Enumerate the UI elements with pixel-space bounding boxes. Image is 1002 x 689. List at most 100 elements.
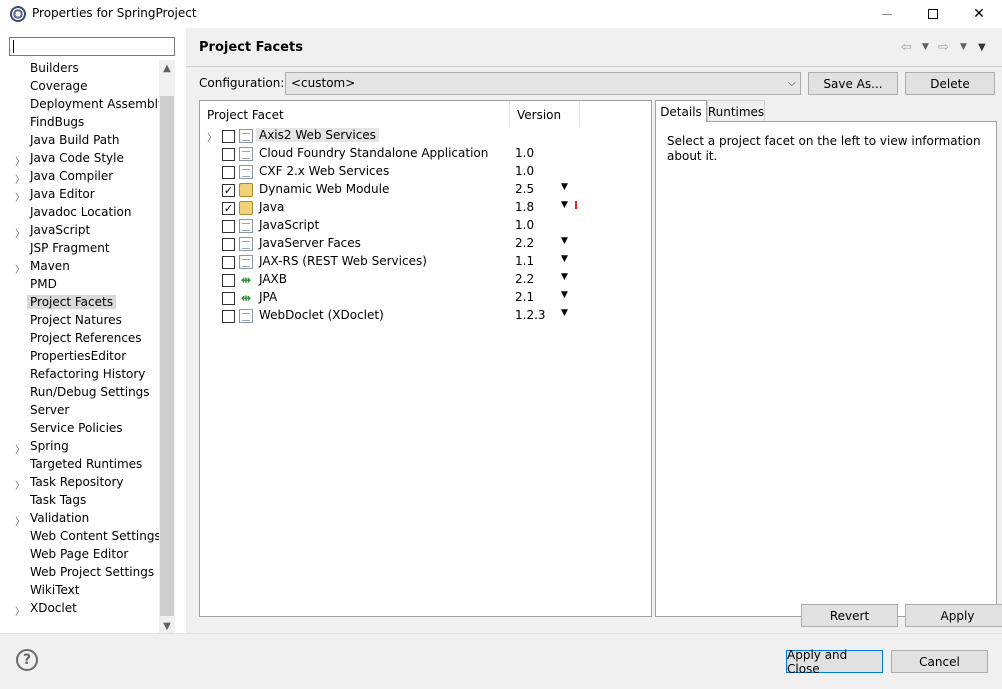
facet-row[interactable]: JavaServer Faces 2.2 ▼ [200, 235, 651, 253]
version-dropdown-icon[interactable]: ▼ [561, 200, 568, 210]
facet-checkbox[interactable] [222, 292, 235, 305]
facet-checkbox[interactable] [222, 238, 235, 251]
tab-details[interactable]: Details [655, 100, 707, 122]
sidebar-item[interactable]: Targeted Runtimes [0, 456, 160, 474]
sidebar-item[interactable]: Builders [0, 60, 160, 78]
chevron-right-icon[interactable]: 〉 [207, 129, 217, 144]
facet-checkbox[interactable] [222, 166, 235, 179]
doc-icon [239, 237, 253, 251]
sidebar-item[interactable]: 〉 Maven [0, 258, 160, 276]
sidebar-item[interactable]: Javadoc Location [0, 204, 160, 222]
configuration-select[interactable]: <custom> ⌵ [285, 72, 801, 95]
facet-checkbox[interactable] [222, 310, 235, 323]
sidebar-scrollbar[interactable]: ▲ ▼ [159, 60, 175, 634]
version-dropdown-icon[interactable]: ▼ [561, 236, 568, 246]
version-dropdown-icon[interactable]: ▼ [561, 254, 568, 264]
sidebar-item[interactable]: Task Tags [0, 492, 160, 510]
scroll-down-arrow-icon[interactable]: ▼ [159, 618, 175, 634]
facet-row[interactable]: JavaScript 1.0 [200, 217, 651, 235]
chevron-right-icon[interactable]: 〉 [15, 153, 25, 168]
facet-row[interactable]: ✓ Java 1.8 ▼ [200, 199, 651, 217]
sidebar-item[interactable]: 〉 Validation [0, 510, 160, 528]
sidebar-item[interactable]: Deployment Assembly [0, 96, 165, 114]
facet-row[interactable]: ✓ Dynamic Web Module 2.5 ▼ [200, 181, 651, 199]
back-menu-icon[interactable]: ▼ [922, 42, 929, 52]
facet-checkbox[interactable]: ✓ [222, 202, 235, 215]
maximize-button[interactable] [910, 0, 956, 28]
sidebar-item[interactable]: Project Natures [0, 312, 160, 330]
help-icon[interactable]: ? [16, 649, 38, 671]
forward-menu-icon[interactable]: ▼ [960, 42, 967, 52]
facet-row[interactable]: WebDoclet (XDoclet) 1.2.3 ▼ [200, 307, 651, 325]
scrollbar-thumb[interactable] [160, 96, 174, 616]
sidebar-item[interactable]: JSP Fragment [0, 240, 160, 258]
facet-checkbox[interactable] [222, 130, 235, 143]
sidebar-item[interactable]: Coverage [0, 78, 160, 96]
tab-runtimes[interactable]: Runtimes [707, 100, 765, 122]
sidebar-item-label: Web Page Editor [30, 547, 129, 561]
sidebar-item[interactable]: 〉 Java Code Style [0, 150, 160, 168]
sidebar-item[interactable]: 〉 Spring [0, 438, 160, 456]
sidebar-item[interactable]: Web Content Settings [0, 528, 161, 546]
version-dropdown-icon[interactable]: ▼ [561, 272, 568, 282]
chevron-right-icon[interactable]: 〉 [15, 603, 25, 618]
view-menu-icon[interactable]: ▼ [978, 42, 986, 53]
sidebar-item[interactable]: 〉 Task Repository [0, 474, 160, 492]
facet-checkbox[interactable] [222, 274, 235, 287]
sidebar-item[interactable]: Refactoring History [0, 366, 160, 384]
facet-checkbox[interactable] [222, 220, 235, 233]
delete-button[interactable]: Delete [905, 72, 995, 95]
chevron-right-icon[interactable]: 〉 [15, 261, 25, 276]
version-dropdown-icon[interactable]: ▼ [561, 290, 568, 300]
version-dropdown-icon[interactable]: ▼ [561, 182, 568, 192]
version-dropdown-icon[interactable]: ▼ [561, 308, 568, 318]
save-as-button[interactable]: Save As... [808, 72, 898, 95]
column-header-version[interactable]: Version [510, 101, 580, 127]
sidebar-item[interactable]: Project Facets [0, 294, 160, 312]
apply-and-close-button[interactable]: Apply and Close [786, 648, 883, 676]
sidebar-item[interactable]: WikiText [0, 582, 160, 600]
scroll-up-arrow-icon[interactable]: ▲ [159, 60, 175, 76]
facet-row[interactable]: JAX-RS (REST Web Services) 1.1 ▼ [200, 253, 651, 271]
sidebar-item[interactable]: Web Page Editor [0, 546, 160, 564]
facet-checkbox[interactable] [222, 148, 235, 161]
sidebar-item[interactable]: PropertiesEditor [0, 348, 160, 366]
revert-button[interactable]: Revert [801, 604, 898, 627]
facet-row[interactable]: 〉 Axis2 Web Services [200, 127, 651, 145]
facet-version: 1.2.3 [515, 308, 546, 322]
sidebar-item[interactable]: PMD [0, 276, 160, 294]
close-button[interactable]: ✕ [956, 0, 1002, 28]
sidebar-item[interactable]: Service Policies [0, 420, 160, 438]
facet-row[interactable]: CXF 2.x Web Services 1.0 [200, 163, 651, 181]
sidebar-item[interactable]: Web Project Settings [0, 564, 160, 582]
back-arrow-icon[interactable]: ⇦ [901, 40, 912, 55]
sidebar-item[interactable]: Java Build Path [0, 132, 160, 150]
minimize-button[interactable] [864, 0, 910, 28]
facet-name: CXF 2.x Web Services [259, 164, 390, 178]
column-header-facet[interactable]: Project Facet [200, 101, 510, 127]
chevron-right-icon[interactable]: 〉 [15, 513, 25, 528]
sidebar-item-label: Task Tags [30, 493, 87, 507]
sidebar-item[interactable]: Project References [0, 330, 160, 348]
chevron-right-icon[interactable]: 〉 [15, 477, 25, 492]
cancel-button[interactable]: Cancel [891, 650, 988, 673]
sidebar-item[interactable]: Server [0, 402, 160, 420]
facet-row[interactable]: ⇹ JAXB 2.2 ▼ [200, 271, 651, 289]
facet-checkbox[interactable]: ✓ [222, 184, 235, 197]
sidebar-item[interactable]: 〉 Java Editor [0, 186, 160, 204]
apply-button[interactable]: Apply [905, 604, 1002, 627]
chevron-right-icon[interactable]: 〉 [15, 225, 25, 240]
sidebar-item[interactable]: Run/Debug Settings [0, 384, 160, 402]
facet-row[interactable]: ⇹ JPA 2.1 ▼ [200, 289, 651, 307]
sidebar-item[interactable]: 〉 Java Compiler [0, 168, 160, 186]
facet-row[interactable]: Cloud Foundry Standalone Application 1.0 [200, 145, 651, 163]
sidebar-item[interactable]: FindBugs [0, 114, 160, 132]
sidebar-item[interactable]: 〉 XDoclet [0, 600, 160, 618]
facet-checkbox[interactable] [222, 256, 235, 269]
sidebar-item[interactable]: 〉 JavaScript [0, 222, 160, 240]
forward-arrow-icon[interactable]: ⇨ [938, 40, 949, 55]
chevron-right-icon[interactable]: 〉 [15, 171, 25, 186]
chevron-right-icon[interactable]: 〉 [15, 189, 25, 204]
chevron-right-icon[interactable]: 〉 [15, 441, 25, 456]
filter-input[interactable] [9, 37, 175, 56]
